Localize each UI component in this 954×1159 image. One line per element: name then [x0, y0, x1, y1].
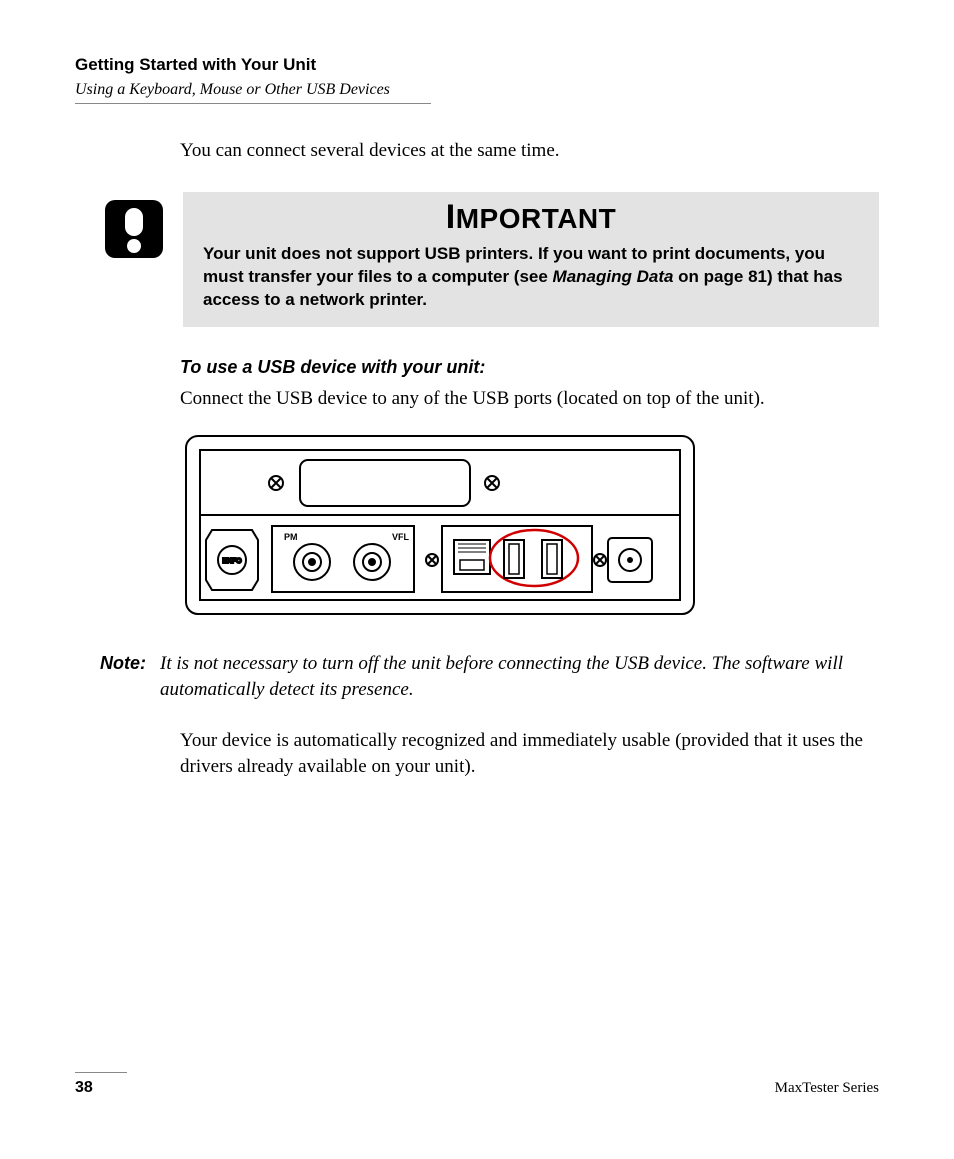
exclamation-icon [105, 200, 163, 258]
brand-label: EXFO [222, 558, 242, 565]
series-label: MaxTester Series [775, 1080, 879, 1097]
important-heading: IMPORTANT [203, 198, 859, 237]
vfl-label: VFL [392, 532, 410, 542]
important-ref: Managing Data [553, 267, 674, 286]
note-body: It is not necessary to turn off the unit… [160, 651, 879, 702]
instruction-body: Connect the USB device to any of the USB… [180, 386, 879, 412]
header-rule [75, 103, 431, 104]
page-number: 38 [75, 1079, 93, 1097]
after-note-paragraph: Your device is automatically recognized … [180, 728, 879, 779]
note-label: Note: [100, 651, 146, 674]
page-footer: 38 MaxTester Series [75, 1072, 879, 1097]
important-callout: IMPORTANT Your unit does not support USB… [105, 192, 879, 328]
pm-label: PM [284, 532, 298, 542]
chapter-title: Getting Started with Your Unit [75, 55, 879, 75]
important-body: Your unit does not support USB printers.… [203, 243, 859, 312]
section-subtitle: Using a Keyboard, Mouse or Other USB Dev… [75, 81, 879, 99]
intro-paragraph: You can connect several devices at the s… [180, 138, 879, 164]
device-top-figure: EXFO PM VFL [180, 430, 879, 625]
note-block: Note: It is not necessary to turn off th… [100, 651, 879, 702]
instruction-heading: To use a USB device with your unit: [180, 357, 879, 378]
footer-rule [75, 1072, 127, 1073]
